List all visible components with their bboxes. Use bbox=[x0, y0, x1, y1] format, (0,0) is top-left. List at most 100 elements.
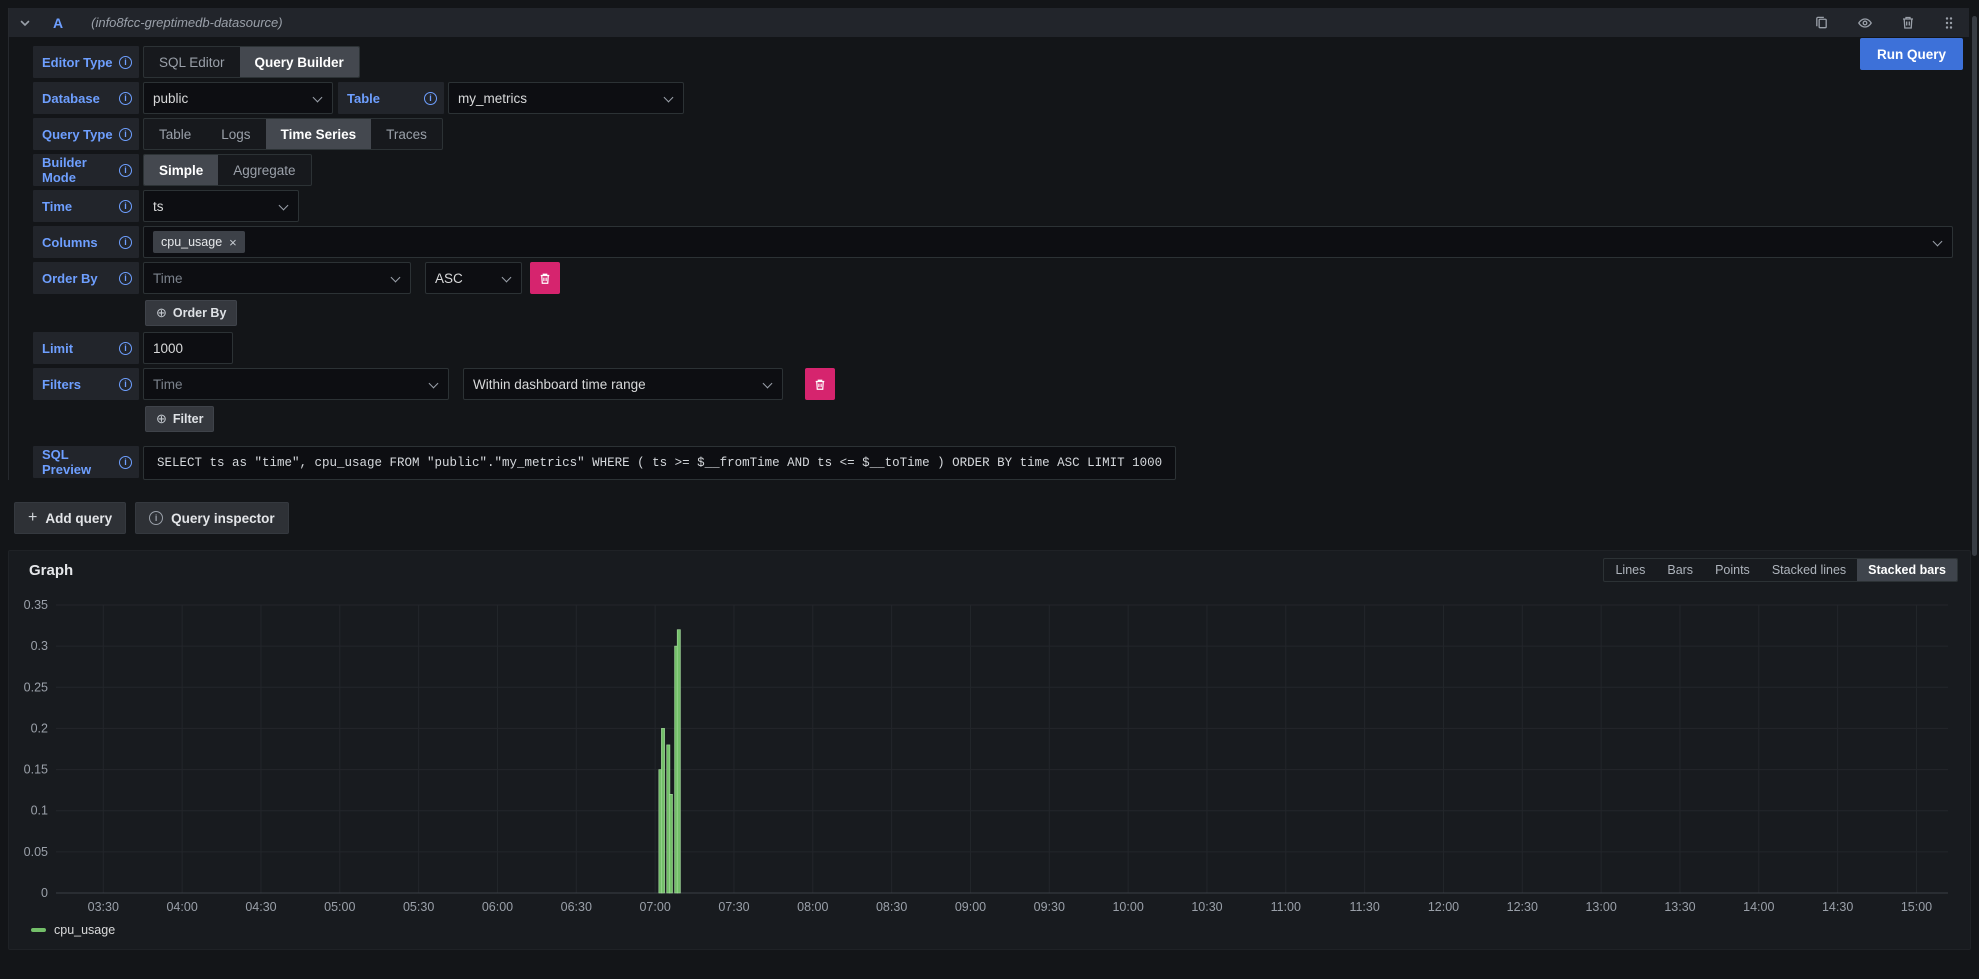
editor-type-row: Editor Type i SQL Editor Query Builder bbox=[33, 46, 1953, 78]
svg-text:0.2: 0.2 bbox=[31, 721, 48, 735]
duplicate-query-icon[interactable] bbox=[1814, 15, 1829, 30]
editor-type-label-text: Editor Type bbox=[42, 55, 113, 70]
info-icon[interactable]: i bbox=[119, 236, 132, 249]
datasource-name: (info8fcc-greptimedb-datasource) bbox=[91, 15, 282, 30]
svg-text:07:00: 07:00 bbox=[639, 900, 670, 914]
svg-text:06:00: 06:00 bbox=[482, 900, 513, 914]
query-type-option-time-series[interactable]: Time Series bbox=[266, 119, 372, 149]
drag-handle-icon[interactable] bbox=[1943, 15, 1955, 31]
limit-row: Limit i 1000 bbox=[33, 332, 1953, 364]
svg-text:0: 0 bbox=[41, 886, 48, 900]
tab-lines[interactable]: Lines bbox=[1604, 559, 1656, 581]
remove-tag-icon[interactable]: × bbox=[229, 235, 237, 250]
add-order-by-button[interactable]: ⊕ Order By bbox=[145, 300, 237, 326]
svg-text:13:00: 13:00 bbox=[1585, 900, 1616, 914]
plus-icon: + bbox=[28, 509, 37, 527]
svg-text:14:00: 14:00 bbox=[1743, 900, 1774, 914]
order-direction-select[interactable]: ASC bbox=[425, 262, 522, 294]
chevron-down-icon bbox=[1932, 237, 1943, 248]
chart-legend: cpu_usage bbox=[31, 923, 1958, 937]
table-select[interactable]: my_metrics bbox=[448, 82, 684, 114]
tab-stacked-lines[interactable]: Stacked lines bbox=[1761, 559, 1857, 581]
query-type-label-text: Query Type bbox=[42, 127, 113, 142]
remove-order-by-button[interactable] bbox=[530, 262, 560, 294]
query-type-option-logs[interactable]: Logs bbox=[206, 119, 265, 149]
chevron-down-icon bbox=[390, 273, 401, 284]
query-header[interactable]: A (info8fcc-greptimedb-datasource) bbox=[9, 8, 1969, 37]
svg-text:05:30: 05:30 bbox=[403, 900, 434, 914]
database-select[interactable]: public bbox=[143, 82, 333, 114]
columns-multiselect[interactable]: cpu_usage × bbox=[143, 226, 1953, 258]
order-by-field-value: Time bbox=[153, 271, 183, 286]
svg-text:09:30: 09:30 bbox=[1034, 900, 1065, 914]
tab-stacked-bars[interactable]: Stacked bars bbox=[1857, 559, 1957, 581]
svg-text:15:00: 15:00 bbox=[1901, 900, 1932, 914]
info-icon[interactable]: i bbox=[119, 56, 132, 69]
limit-input[interactable]: 1000 bbox=[143, 332, 233, 364]
tab-points[interactable]: Points bbox=[1704, 559, 1761, 581]
collapse-chevron-icon[interactable] bbox=[19, 17, 31, 29]
builder-mode-option-simple[interactable]: Simple bbox=[144, 155, 218, 185]
columns-row: Columns i cpu_usage × bbox=[33, 226, 1953, 258]
svg-text:14:30: 14:30 bbox=[1822, 900, 1853, 914]
legend-series-name[interactable]: cpu_usage bbox=[54, 923, 115, 937]
hide-response-eye-icon[interactable] bbox=[1857, 15, 1873, 31]
query-type-option-table[interactable]: Table bbox=[144, 119, 206, 149]
svg-text:10:30: 10:30 bbox=[1191, 900, 1222, 914]
add-query-button[interactable]: + Add query bbox=[14, 502, 126, 534]
svg-text:07:30: 07:30 bbox=[718, 900, 749, 914]
info-icon[interactable]: i bbox=[119, 128, 132, 141]
builder-mode-label: Builder Mode i bbox=[33, 154, 139, 186]
add-filter-label: Filter bbox=[173, 412, 204, 426]
order-by-label: Order By i bbox=[33, 262, 139, 294]
svg-text:08:30: 08:30 bbox=[876, 900, 907, 914]
svg-text:09:00: 09:00 bbox=[955, 900, 986, 914]
info-icon[interactable]: i bbox=[119, 272, 132, 285]
order-by-label-text: Order By bbox=[42, 271, 98, 286]
info-icon[interactable]: i bbox=[119, 200, 132, 213]
info-icon[interactable]: i bbox=[119, 378, 132, 391]
info-circle-icon: i bbox=[149, 511, 163, 525]
database-label-text: Database bbox=[42, 91, 100, 106]
info-icon[interactable]: i bbox=[424, 92, 437, 105]
svg-text:10:00: 10:00 bbox=[1112, 900, 1143, 914]
database-value: public bbox=[153, 91, 188, 106]
order-by-field-select[interactable]: Time bbox=[143, 262, 411, 294]
filters-row: Filters i Time Within dashboard time ran… bbox=[33, 368, 1953, 400]
add-filter-button[interactable]: ⊕ Filter bbox=[145, 406, 214, 432]
info-icon[interactable]: i bbox=[119, 342, 132, 355]
sql-preview-code: SELECT ts as "time", cpu_usage FROM "pub… bbox=[143, 446, 1176, 480]
editor-type-option-query-builder[interactable]: Query Builder bbox=[240, 47, 359, 77]
add-order-by-label: Order By bbox=[173, 306, 227, 320]
time-row: Time i ts bbox=[33, 190, 1953, 222]
plus-circle-icon: ⊕ bbox=[156, 411, 167, 427]
info-icon[interactable]: i bbox=[119, 164, 132, 177]
filter-condition-select[interactable]: Within dashboard time range bbox=[463, 368, 783, 400]
info-icon[interactable]: i bbox=[119, 92, 132, 105]
query-ref-id: A bbox=[53, 15, 63, 31]
filter-condition-value: Within dashboard time range bbox=[473, 377, 646, 392]
editor-type-toggle: SQL Editor Query Builder bbox=[143, 46, 360, 78]
query-footer: + Add query i Query inspector bbox=[14, 502, 1971, 534]
tab-bars[interactable]: Bars bbox=[1656, 559, 1704, 581]
builder-mode-option-aggregate[interactable]: Aggregate bbox=[218, 155, 310, 185]
editor-type-option-sql-editor[interactable]: SQL Editor bbox=[144, 47, 240, 77]
svg-text:13:30: 13:30 bbox=[1664, 900, 1695, 914]
info-icon[interactable]: i bbox=[119, 456, 132, 469]
svg-text:0.05: 0.05 bbox=[24, 845, 48, 859]
svg-text:12:30: 12:30 bbox=[1507, 900, 1538, 914]
limit-label: Limit i bbox=[33, 332, 139, 364]
sql-preview-label: SQL Preview i bbox=[33, 446, 139, 478]
time-series-chart[interactable]: 00.050.10.150.20.250.30.3503:3004:0004:3… bbox=[21, 589, 1960, 921]
query-type-option-traces[interactable]: Traces bbox=[371, 119, 442, 149]
run-query-button[interactable]: Run Query bbox=[1860, 38, 1963, 70]
remove-query-trash-icon[interactable] bbox=[1901, 15, 1915, 30]
filters-label: Filters i bbox=[33, 368, 139, 400]
remove-filter-button[interactable] bbox=[805, 368, 835, 400]
columns-label-text: Columns bbox=[42, 235, 98, 250]
svg-text:0.35: 0.35 bbox=[24, 598, 48, 612]
scrollbar[interactable] bbox=[1972, 16, 1977, 556]
filter-field-select[interactable]: Time bbox=[143, 368, 449, 400]
time-column-select[interactable]: ts bbox=[143, 190, 299, 222]
query-inspector-button[interactable]: i Query inspector bbox=[135, 502, 289, 534]
